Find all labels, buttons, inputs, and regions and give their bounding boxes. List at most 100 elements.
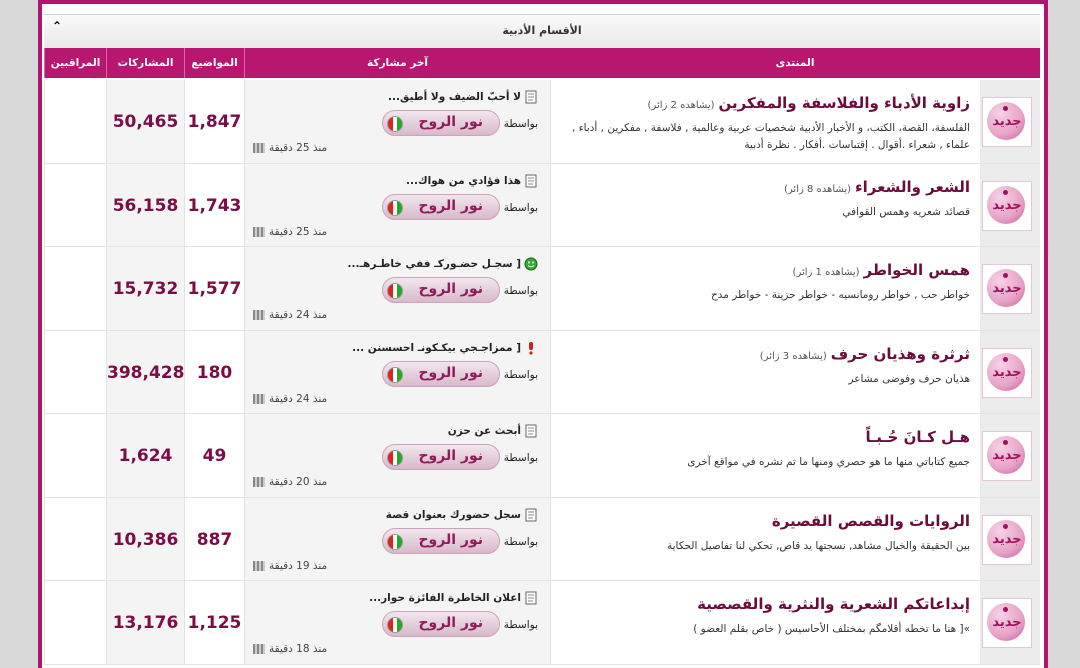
header-forum: المنتدى: [775, 57, 815, 69]
forum-description: خواطر حب , خواطر رومانسيه - خواطر حزينة …: [711, 289, 970, 301]
new-badge-label: جديد: [992, 448, 1022, 463]
forum-cell: زاوية الأدباء والفلاسفة والمفكرين (يشاهده…: [550, 80, 980, 163]
last-post-time: منذ 25 دقيقة: [269, 225, 328, 238]
last-post-title-link[interactable]: [ ممزاجـجي بيكـكونـ احسسنن ...: [352, 342, 521, 354]
new-posts-icon[interactable]: جديد: [982, 180, 1032, 231]
posts-cell: 15,732: [106, 247, 184, 330]
new-posts-icon[interactable]: جديد: [982, 598, 1032, 648]
forum-viewers: (يشاهده 3 زائر): [759, 350, 827, 362]
forum-title-link[interactable]: الشعر والشعراء: [855, 178, 970, 196]
forum-cell: ثرثرة وهذيان حرف (يشاهده 3 زائر) هذيان حر…: [550, 330, 980, 413]
last-post-cell: سجل حضورك بعنوان قصة بواسطة نور الروح من…: [244, 497, 550, 580]
forum-row: جديد الروايات والقصص القصيرة بين الحقيقة…: [44, 497, 1040, 581]
forum-title-link[interactable]: همس الخواطر: [864, 261, 970, 279]
by-label: بواسطة: [503, 201, 538, 214]
last-post-title-link[interactable]: [ سجـل حضـوركـ ففي خاطـرهـ...: [347, 258, 521, 270]
new-posts-icon[interactable]: جديد: [982, 514, 1032, 565]
last-poster-name: نور الروح: [418, 114, 483, 130]
forum-cell: الروايات والقصص القصيرة بين الحقيقة والخ…: [550, 497, 980, 580]
header-topics: المواضيع: [184, 48, 244, 78]
header-posts: المشاركات: [106, 48, 184, 78]
document-icon: [524, 508, 538, 522]
posts-cell: 10,386: [106, 497, 184, 580]
posts-count: 1,624: [118, 446, 173, 466]
smiley-icon: [524, 257, 538, 271]
new-posts-icon[interactable]: جديد: [982, 97, 1032, 147]
last-post-title-link[interactable]: لا أحبّ الضيف ولا أطيق...: [388, 91, 521, 103]
last-post-title-link[interactable]: اعلان الخاطرة الفائزة حوار...: [369, 592, 521, 604]
forum-title-link[interactable]: الروايات والقصص القصيرة: [772, 512, 970, 530]
document-icon: [524, 424, 538, 438]
topics-cell: 49: [184, 414, 244, 497]
flag-icon: [387, 450, 403, 466]
topics-count: 1,847: [187, 112, 242, 132]
posts-count: 398,428: [107, 362, 185, 383]
forum-title-link[interactable]: ثرثرة وهذيان حرف: [831, 345, 970, 363]
new-badge-label: جديد: [992, 531, 1022, 547]
last-post-cell: هذا فؤادي من هواك... بواسطة نور الروح من…: [244, 163, 550, 246]
forum-description: بين الحقيقة والخيال مشاهد, نسجتها يد قاص…: [666, 539, 970, 552]
topics-cell: 887: [184, 497, 244, 580]
new-posts-icon[interactable]: جديد: [982, 264, 1032, 314]
by-label: بواسطة: [503, 368, 538, 381]
header-last-post: آخر مشاركة: [244, 48, 550, 78]
forum-title-link[interactable]: إبداعاتكم الشعرية والنثرية والقصصية: [697, 595, 970, 613]
forum-viewers: (يشاهده 1 زائر): [792, 267, 860, 278]
moderators-cell: [44, 163, 106, 246]
forum-icon-cell: جديد: [980, 163, 1040, 246]
flag-icon: [387, 283, 403, 299]
last-poster-link[interactable]: نور الروح: [382, 110, 500, 136]
forum-icon-cell: جديد: [980, 330, 1040, 413]
forum-title-link[interactable]: هـل كـانَ حُـبـاً: [866, 428, 970, 446]
last-poster-link[interactable]: نور الروح: [382, 527, 500, 554]
forum-description: »[ هنا ما تخطه أقلامگم بمختلف الأحاسيس (…: [693, 623, 970, 635]
goto-last-post-icon[interactable]: [253, 393, 265, 404]
by-label: بواسطة: [503, 619, 538, 631]
last-post-time: منذ 20 دقيقة: [269, 476, 328, 488]
posts-cell: 50,465: [106, 80, 184, 163]
new-badge-label: جديد: [992, 364, 1022, 380]
topics-count: 1,743: [187, 195, 242, 216]
by-label: بواسطة: [503, 285, 538, 297]
new-badge-label: جديد: [992, 114, 1022, 129]
forum-cell: همس الخواطر (يشاهده 1 زائر) خواطر حب , خو…: [550, 247, 980, 330]
forum-icon-cell: جديد: [980, 497, 1040, 580]
moderators-cell: [44, 581, 106, 664]
moderators-cell: [44, 414, 106, 497]
last-poster-link[interactable]: نور الروح: [382, 193, 500, 220]
forum-icon-cell: جديد: [980, 414, 1040, 497]
topics-count: 49: [202, 446, 227, 466]
forum-rows: جديد زاوية الأدباء والفلاسفة والمفكرين (ي…: [44, 80, 1040, 665]
new-posts-icon[interactable]: جديد: [982, 431, 1032, 481]
last-poster-link[interactable]: نور الروح: [382, 444, 500, 470]
last-post-title-link[interactable]: أبحث عن حزن: [448, 425, 521, 437]
last-post-time: منذ 19 دقيقة: [269, 559, 328, 572]
last-poster-link[interactable]: نور الروح: [382, 360, 500, 387]
goto-last-post-icon[interactable]: [253, 310, 265, 320]
goto-last-post-icon[interactable]: [253, 560, 265, 571]
goto-last-post-icon[interactable]: [253, 226, 265, 237]
flag-icon: [387, 366, 403, 383]
goto-last-post-icon[interactable]: [253, 477, 265, 487]
forum-row: جديد ثرثرة وهذيان حرف (يشاهده 3 زائر) هذي…: [44, 330, 1040, 414]
forum-title-link[interactable]: زاوية الأدباء والفلاسفة والمفكرين: [719, 94, 971, 112]
posts-count: 50,465: [112, 112, 179, 132]
last-poster-link[interactable]: نور الروح: [382, 611, 500, 637]
topics-cell: 180: [184, 330, 244, 413]
goto-last-post-icon[interactable]: [253, 143, 265, 153]
new-posts-icon[interactable]: جديد: [982, 347, 1032, 398]
last-post-cell: لا أحبّ الضيف ولا أطيق... بواسطة نور الر…: [244, 80, 550, 163]
topics-cell: 1,743: [184, 163, 244, 246]
last-poster-name: نور الروح: [418, 281, 483, 297]
last-poster-link[interactable]: نور الروح: [382, 277, 500, 303]
forum-icon-cell: جديد: [980, 581, 1040, 664]
posts-count: 15,732: [112, 279, 179, 299]
forum-description: هذيان حرف وفوضى مشاعر: [848, 372, 971, 385]
goto-last-post-icon[interactable]: [253, 644, 265, 654]
forum-icon-cell: جديد: [980, 80, 1040, 163]
last-post-title-link[interactable]: هذا فؤادي من هواك...: [406, 175, 521, 187]
topics-count: 887: [196, 529, 233, 550]
last-post-cell: [ سجـل حضـوركـ ففي خاطـرهـ... بواسطة نور…: [244, 247, 550, 330]
last-post-title-link[interactable]: سجل حضورك بعنوان قصة: [386, 509, 521, 521]
new-badge-label: جديد: [992, 197, 1022, 213]
